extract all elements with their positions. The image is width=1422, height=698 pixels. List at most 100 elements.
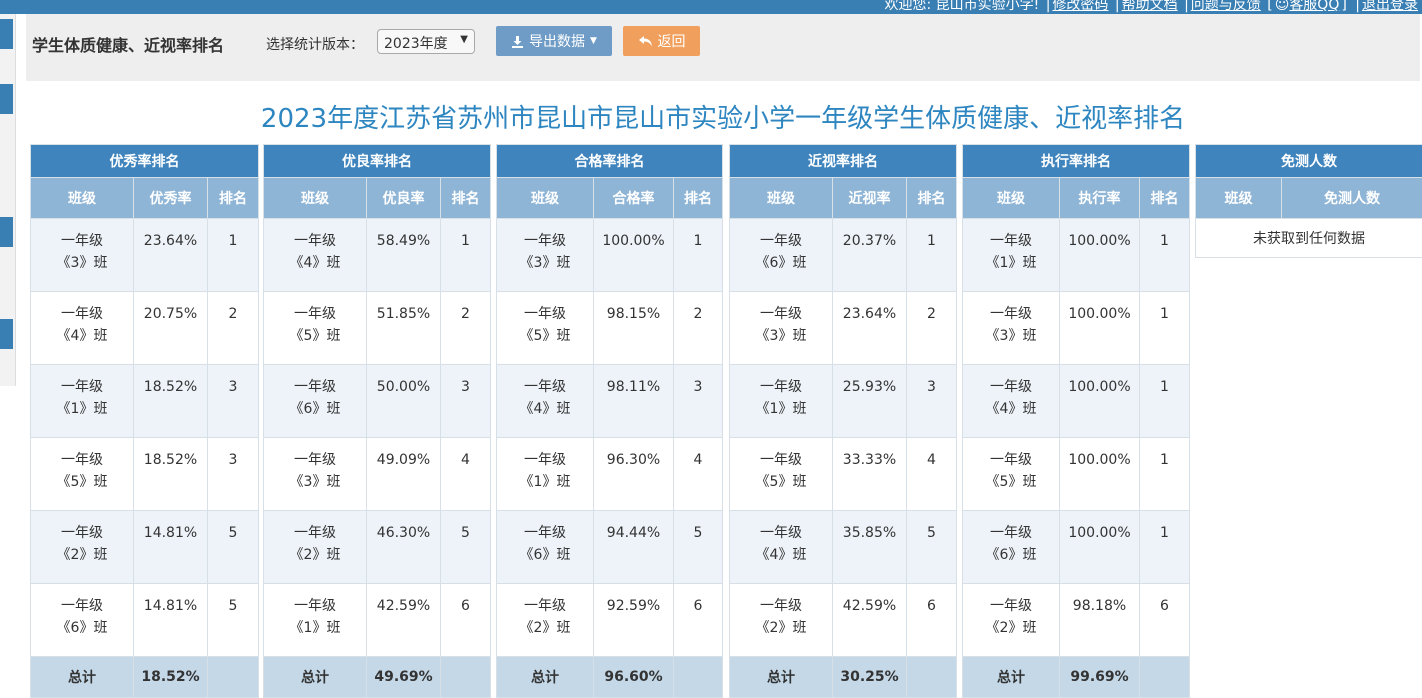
rate-cell: 25.93% xyxy=(833,365,907,438)
rate-cell: 50.00% xyxy=(367,365,441,438)
rank-cell: 1 xyxy=(674,219,723,292)
table-row: 一年级《1》班42.59%6 xyxy=(264,584,491,657)
class-text: 《1》班 xyxy=(57,401,108,417)
change-password-link[interactable]: 修改密码 xyxy=(1052,0,1108,13)
version-select-value: 2023年度 xyxy=(384,36,448,52)
class-text: 《3》班 xyxy=(986,328,1037,344)
rate-cell: 18.52% xyxy=(134,365,208,438)
sidebar-item[interactable] xyxy=(0,319,13,349)
grade-text: 一年级 xyxy=(524,525,566,541)
user-links: 欢迎您: 昆山市实验小学! |修改密码 |帮助文档 |问题与反馈 [☺客服QQ]… xyxy=(884,0,1418,14)
class-text: 《2》班 xyxy=(57,547,108,563)
table-row: 一年级《1》班18.52%3 xyxy=(31,365,259,438)
total-rank-cell xyxy=(674,657,723,698)
total-value: 49.69% xyxy=(367,657,441,698)
grade-text: 一年级 xyxy=(294,452,336,468)
table-row: 一年级《1》班100.00%1 xyxy=(963,219,1190,292)
table-row: 一年级《2》班42.59%6 xyxy=(730,584,957,657)
rate-cell: 33.33% xyxy=(833,438,907,511)
total-row: 总计30.25% xyxy=(730,657,957,698)
column-header-rate: 合格率 xyxy=(594,178,674,219)
greeting-text: 欢迎您: 昆山市实验小学! xyxy=(884,0,1039,13)
class-text: 《4》班 xyxy=(57,328,108,344)
rate-cell: 23.64% xyxy=(833,292,907,365)
grade-text: 一年级 xyxy=(524,452,566,468)
rate-cell: 14.81% xyxy=(134,511,208,584)
table-title: 近视率排名 xyxy=(730,145,957,178)
table-title: 执行率排名 xyxy=(963,145,1190,178)
table-title: 优秀率排名 xyxy=(31,145,259,178)
exempt-count-table: 免测人数 班级 免测人数 未获取到任何数据 xyxy=(1195,144,1422,258)
rate-cell: 100.00% xyxy=(1060,219,1140,292)
class-text: 《5》班 xyxy=(57,474,108,490)
grade-text: 一年级 xyxy=(760,233,802,249)
back-button[interactable]: 返回 xyxy=(623,26,700,56)
excellent-rate-table: 优秀率排名班级优秀率排名一年级《3》班23.64%1一年级《4》班20.75%2… xyxy=(30,144,259,698)
grade-text: 一年级 xyxy=(61,379,103,395)
grade-text: 一年级 xyxy=(760,379,802,395)
sidebar-item[interactable] xyxy=(0,19,13,49)
total-label: 总计 xyxy=(264,657,367,698)
class-text: 《2》班 xyxy=(290,547,341,563)
feedback-link[interactable]: 问题与反馈 xyxy=(1191,0,1261,13)
rank-cell: 1 xyxy=(1140,511,1190,584)
export-data-button[interactable]: 导出数据 ▼ xyxy=(496,26,612,56)
column-header-rate: 执行率 xyxy=(1060,178,1140,219)
rank-cell: 5 xyxy=(441,511,491,584)
rank-cell: 2 xyxy=(441,292,491,365)
class-cell: 一年级《1》班 xyxy=(730,365,833,438)
table-row: 一年级《2》班14.81%5 xyxy=(31,511,259,584)
class-text: 《3》班 xyxy=(520,255,571,271)
class-cell: 一年级《4》班 xyxy=(264,219,367,292)
rank-cell: 3 xyxy=(907,365,957,438)
total-row: 总计18.52% xyxy=(31,657,259,698)
class-cell: 一年级《1》班 xyxy=(497,438,594,511)
total-label: 总计 xyxy=(963,657,1060,698)
logout-link[interactable]: 退出登录 xyxy=(1362,0,1418,13)
class-text: 《4》班 xyxy=(290,255,341,271)
version-select[interactable]: 2023年度 ▼ xyxy=(377,29,475,54)
class-cell: 一年级《5》班 xyxy=(730,438,833,511)
column-header-rank: 排名 xyxy=(208,178,259,219)
class-cell: 一年级《4》班 xyxy=(31,292,134,365)
column-header-class: 班级 xyxy=(1196,178,1282,219)
class-text: 《5》班 xyxy=(756,474,807,490)
version-label: 选择统计版本： xyxy=(266,34,364,54)
sidebar-item[interactable] xyxy=(0,217,13,247)
caret-down-icon: ▼ xyxy=(590,36,597,46)
class-cell: 一年级《5》班 xyxy=(497,292,594,365)
table-row: 一年级《5》班18.52%3 xyxy=(31,438,259,511)
rate-cell: 23.64% xyxy=(134,219,208,292)
column-header-rank: 排名 xyxy=(1140,178,1190,219)
class-cell: 一年级《2》班 xyxy=(31,511,134,584)
qq-icon: ☺ xyxy=(1275,0,1290,13)
table-row: 一年级《6》班50.00%3 xyxy=(264,365,491,438)
class-cell: 一年级《2》班 xyxy=(963,584,1060,657)
rate-cell: 46.30% xyxy=(367,511,441,584)
class-cell: 一年级《4》班 xyxy=(963,365,1060,438)
class-cell: 一年级《2》班 xyxy=(264,511,367,584)
rank-cell: 6 xyxy=(674,584,723,657)
class-text: 《6》班 xyxy=(57,620,108,636)
rank-cell: 2 xyxy=(674,292,723,365)
rate-cell: 42.59% xyxy=(833,584,907,657)
grade-text: 一年级 xyxy=(760,525,802,541)
column-header-class: 班级 xyxy=(730,178,833,219)
table-row: 一年级《5》班33.33%4 xyxy=(730,438,957,511)
grade-text: 一年级 xyxy=(294,525,336,541)
class-text: 《6》班 xyxy=(290,401,341,417)
total-value: 18.52% xyxy=(134,657,208,698)
column-header-class: 班级 xyxy=(963,178,1060,219)
table-row: 一年级《4》班98.11%3 xyxy=(497,365,723,438)
support-qq-link[interactable]: 客服QQ xyxy=(1289,0,1339,13)
class-text: 《2》班 xyxy=(756,620,807,636)
table-row: 一年级《5》班98.15%2 xyxy=(497,292,723,365)
help-docs-link[interactable]: 帮助文档 xyxy=(1122,0,1178,13)
export-data-label: 导出数据 xyxy=(529,31,585,51)
sidebar xyxy=(0,14,16,386)
table-title: 合格率排名 xyxy=(497,145,723,178)
grade-text: 一年级 xyxy=(524,233,566,249)
grade-text: 一年级 xyxy=(294,598,336,614)
chevron-down-icon: ▼ xyxy=(460,34,468,45)
class-cell: 一年级《5》班 xyxy=(264,292,367,365)
